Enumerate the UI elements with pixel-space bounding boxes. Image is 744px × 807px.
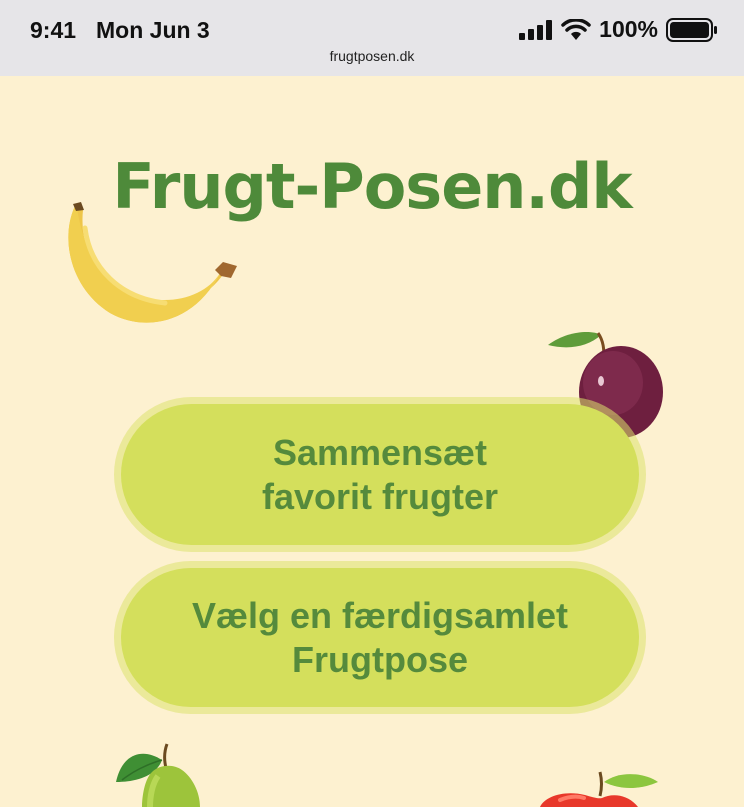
pear-icon	[116, 743, 200, 807]
address-url[interactable]: frugtposen.dk	[0, 48, 744, 64]
signal-icon	[519, 19, 553, 40]
compose-favorites-button[interactable]: Sammensæt favorit frugter	[121, 404, 639, 545]
choose-button-container: Vælg en færdigsamlet Frugtpose	[114, 561, 646, 714]
wifi-icon	[561, 18, 591, 40]
status-time: 9:41	[30, 17, 77, 43]
battery-percent: 100%	[599, 16, 658, 42]
battery-icon	[666, 17, 717, 42]
status-indicators: 100%	[519, 16, 718, 43]
compose-button-container: Sammensæt favorit frugter	[114, 397, 646, 552]
apple-icon	[540, 771, 658, 807]
banana-icon	[68, 202, 237, 323]
compose-favorites-label: Sammensæt favorit frugter	[261, 431, 499, 517]
choose-ready-bag-label: Vælg en færdigsamlet Frugtpose	[191, 594, 569, 680]
choose-ready-bag-button[interactable]: Vælg en færdigsamlet Frugtpose	[121, 568, 639, 707]
status-date: Mon Jun 3	[96, 17, 210, 43]
status-bar: 9:41 Mon Jun 3 frugtposen.dk 100%	[0, 0, 744, 76]
